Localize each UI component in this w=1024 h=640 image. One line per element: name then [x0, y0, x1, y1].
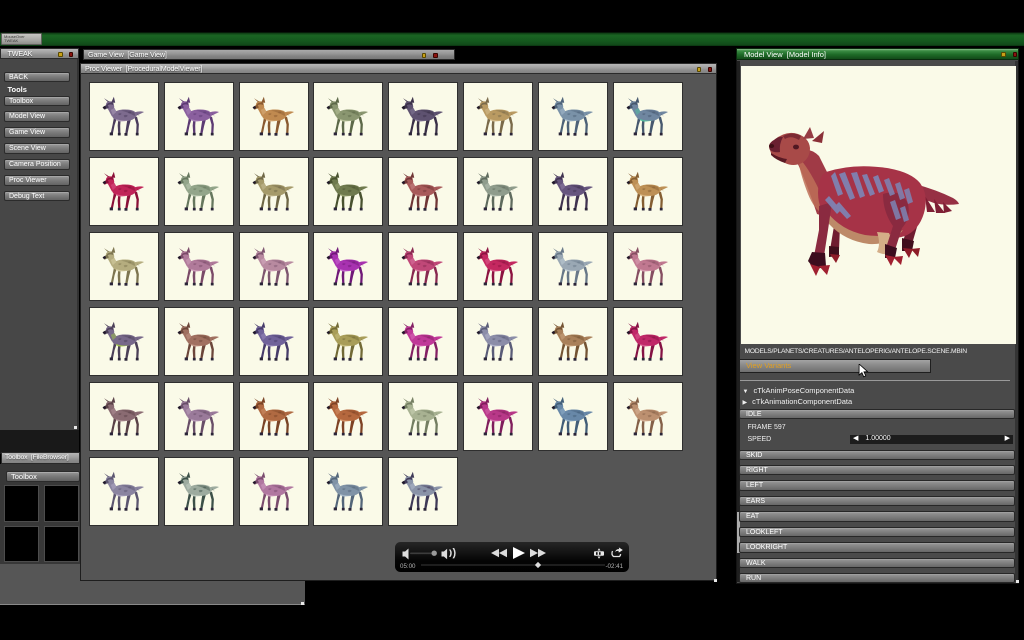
- svg-text:05:00: 05:00: [400, 562, 416, 569]
- svg-text:-02:41: -02:41: [605, 562, 623, 569]
